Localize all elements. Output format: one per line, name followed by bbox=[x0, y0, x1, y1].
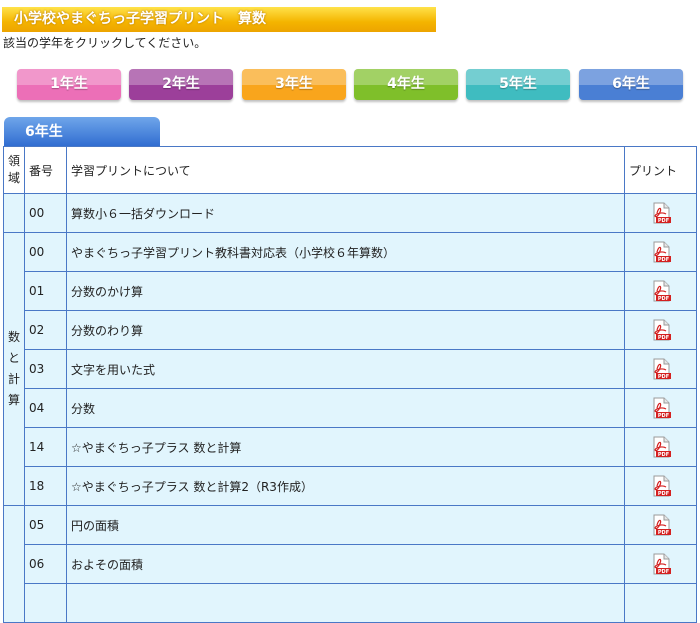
row-number: 00 bbox=[24, 193, 67, 233]
row-title: ☆やまぐちっ子プラス 数と計算 bbox=[66, 427, 625, 467]
header-print: プリント bbox=[624, 146, 697, 194]
pdf-icon[interactable]: PDF bbox=[651, 319, 671, 341]
header-about: 学習プリントについて bbox=[66, 146, 625, 194]
grade-button-4[interactable]: 4年生 bbox=[354, 69, 458, 100]
table-row: 数と計算 00 やまぐちっ子学習プリント教科書対応表（小学校６年算数） PDF bbox=[3, 232, 697, 506]
pdf-icon[interactable]: PDF bbox=[651, 241, 671, 263]
row-number bbox=[24, 583, 67, 623]
table-row: 05 円の面積 PDF bbox=[3, 505, 697, 623]
print-cell: PDF bbox=[624, 271, 697, 311]
row-title: 算数小６一括ダウンロード bbox=[66, 193, 625, 233]
print-table: 領域 番号 学習プリントについて プリント 00 算数小６一括ダウンロード PDF 数… bbox=[3, 146, 697, 623]
row-number: 00 bbox=[24, 232, 67, 272]
grade-button-label: 1年生 bbox=[50, 76, 88, 92]
grade-button-2[interactable]: 2年生 bbox=[129, 69, 233, 100]
table-body: 00 算数小６一括ダウンロード PDF 数と計算 00 やまぐちっ子学習プリント教科書対応… bbox=[3, 193, 697, 623]
pdf-icon[interactable]: PDF bbox=[651, 280, 671, 302]
row-title: 分数 bbox=[66, 388, 625, 428]
print-cell: PDF bbox=[624, 466, 697, 506]
grade-button-group: 1年生 2年生 3年生 4年生 5年生 6年生 bbox=[17, 69, 697, 100]
instruction-text: 該当の学年をクリックしてください。 bbox=[3, 36, 207, 50]
grade-button-label: 4年生 bbox=[387, 76, 425, 92]
table-row: 18 ☆やまぐちっ子プラス 数と計算2（R3作成） PDF bbox=[4, 466, 697, 506]
svg-text:PDF: PDF bbox=[657, 218, 668, 224]
row-number: 04 bbox=[24, 388, 67, 428]
svg-text:PDF: PDF bbox=[657, 491, 668, 497]
grade-button-label: 2年生 bbox=[162, 76, 200, 92]
svg-text:PDF: PDF bbox=[657, 296, 668, 302]
grade-button-1[interactable]: 1年生 bbox=[17, 69, 121, 100]
svg-text:PDF: PDF bbox=[657, 530, 668, 536]
print-cell: PDF bbox=[624, 505, 697, 545]
print-cell bbox=[624, 583, 697, 623]
row-number: 02 bbox=[24, 310, 67, 350]
row-title: 文字を用いた式 bbox=[66, 349, 625, 389]
print-cell: PDF bbox=[624, 193, 697, 233]
print-cell: PDF bbox=[624, 544, 697, 584]
grade-button-label: 5年生 bbox=[499, 76, 537, 92]
ryoiki-cell: 数と計算 bbox=[3, 232, 25, 506]
table-row bbox=[4, 583, 697, 623]
svg-text:PDF: PDF bbox=[657, 257, 668, 263]
pdf-icon[interactable]: PDF bbox=[651, 202, 671, 224]
svg-text:PDF: PDF bbox=[657, 452, 668, 458]
row-number: 06 bbox=[24, 544, 67, 584]
grade-button-6[interactable]: 6年生 bbox=[579, 69, 683, 100]
page-title: 小学校やまぐちっ子学習プリント 算数 bbox=[2, 7, 436, 32]
svg-text:PDF: PDF bbox=[657, 374, 668, 380]
row-title: 分数のかけ算 bbox=[66, 271, 625, 311]
header-ryoiki: 領域 bbox=[3, 146, 25, 194]
grade-button-label: 6年生 bbox=[612, 76, 650, 92]
svg-text:PDF: PDF bbox=[657, 335, 668, 341]
table-row: 06 およその面積 PDF bbox=[4, 544, 697, 584]
table-row: 02 分数のわり算 PDF bbox=[4, 310, 697, 350]
row-number: 14 bbox=[24, 427, 67, 467]
table-row: 14 ☆やまぐちっ子プラス 数と計算 PDF bbox=[4, 427, 697, 467]
print-cell: PDF bbox=[624, 388, 697, 428]
svg-text:PDF: PDF bbox=[657, 569, 668, 575]
row-number: 03 bbox=[24, 349, 67, 389]
print-cell: PDF bbox=[624, 427, 697, 467]
row-title: およその面積 bbox=[66, 544, 625, 584]
pdf-icon[interactable]: PDF bbox=[651, 553, 671, 575]
table-row: 01 分数のかけ算 PDF bbox=[4, 271, 697, 311]
grade-button-5[interactable]: 5年生 bbox=[466, 69, 570, 100]
section-tab-grade6: 6年生 bbox=[4, 117, 160, 147]
row-number: 18 bbox=[24, 466, 67, 506]
row-title bbox=[66, 583, 625, 623]
pdf-icon[interactable]: PDF bbox=[651, 514, 671, 536]
ryoiki-label: 数と計算 bbox=[7, 330, 20, 407]
table-row: 03 文字を用いた式 PDF bbox=[4, 349, 697, 389]
grade-button-label: 3年生 bbox=[275, 76, 313, 92]
row-title: 分数のわり算 bbox=[66, 310, 625, 350]
row-title: 円の面積 bbox=[66, 505, 625, 545]
pdf-icon[interactable]: PDF bbox=[651, 436, 671, 458]
table-row: 04 分数 PDF bbox=[4, 388, 697, 428]
pdf-icon[interactable]: PDF bbox=[651, 397, 671, 419]
print-cell: PDF bbox=[624, 310, 697, 350]
table-header-row: 領域 番号 学習プリントについて プリント bbox=[3, 146, 697, 194]
table-row: 00 算数小６一括ダウンロード PDF bbox=[3, 193, 697, 233]
row-title: ☆やまぐちっ子プラス 数と計算2（R3作成） bbox=[66, 466, 625, 506]
row-number: 05 bbox=[24, 505, 67, 545]
grade-button-3[interactable]: 3年生 bbox=[242, 69, 346, 100]
svg-text:PDF: PDF bbox=[657, 413, 668, 419]
print-cell: PDF bbox=[624, 349, 697, 389]
pdf-icon[interactable]: PDF bbox=[651, 475, 671, 497]
row-title: やまぐちっ子学習プリント教科書対応表（小学校６年算数） bbox=[66, 232, 625, 272]
header-number: 番号 bbox=[24, 146, 67, 194]
pdf-icon[interactable]: PDF bbox=[651, 358, 671, 380]
ryoiki-cell bbox=[3, 505, 25, 623]
ryoiki-cell bbox=[3, 193, 25, 233]
row-number: 01 bbox=[24, 271, 67, 311]
print-cell: PDF bbox=[624, 232, 697, 272]
